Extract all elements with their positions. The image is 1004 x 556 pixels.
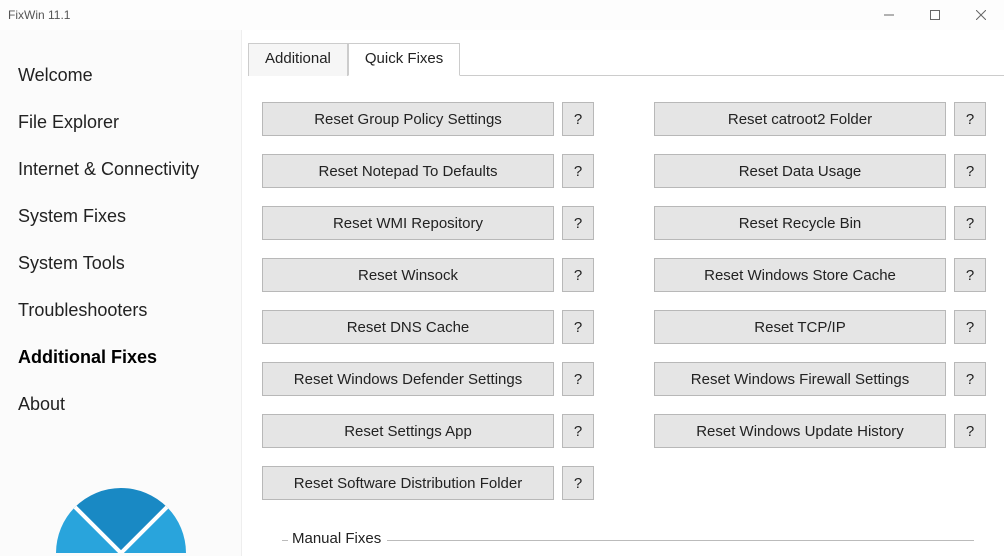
app-logo (0, 488, 241, 553)
sidebar-item-welcome[interactable]: Welcome (0, 52, 241, 99)
fix-button-reset-data-usage[interactable]: Reset Data Usage (654, 154, 946, 188)
fix-button-reset-recycle-bin[interactable]: Reset Recycle Bin (654, 206, 946, 240)
window-controls (866, 0, 1004, 30)
fix-button-reset-wmi-repository[interactable]: Reset WMI Repository (262, 206, 554, 240)
sidebar-item-internet-connectivity[interactable]: Internet & Connectivity (0, 146, 241, 193)
close-button[interactable] (958, 0, 1004, 30)
sidebar-item-system-tools[interactable]: System Tools (0, 240, 241, 287)
titlebar: FixWin 11.1 (0, 0, 1004, 30)
help-button-reset-dns-cache[interactable]: ? (562, 310, 594, 344)
manual-fixes-label: Manual Fixes (288, 530, 387, 547)
sidebar-item-troubleshooters[interactable]: Troubleshooters (0, 287, 241, 334)
maximize-button[interactable] (912, 0, 958, 30)
help-button-reset-recycle-bin[interactable]: ? (954, 206, 986, 240)
help-button-reset-notepad-to-defaults[interactable]: ? (562, 154, 594, 188)
sidebar-item-system-fixes[interactable]: System Fixes (0, 193, 241, 240)
help-button-reset-tcp-ip[interactable]: ? (954, 310, 986, 344)
help-button-reset-data-usage[interactable]: ? (954, 154, 986, 188)
help-button-reset-wmi-repository[interactable]: ? (562, 206, 594, 240)
help-button-reset-windows-defender-settings[interactable]: ? (562, 362, 594, 396)
help-button-reset-winsock[interactable]: ? (562, 258, 594, 292)
minimize-button[interactable] (866, 0, 912, 30)
tab-additional[interactable]: Additional (248, 43, 348, 76)
sidebar-item-additional-fixes[interactable]: Additional Fixes (0, 334, 241, 381)
tab-panel-quick-fixes: Reset Group Policy Settings?Reset catroo… (242, 76, 1004, 547)
fix-button-reset-windows-firewall-settings[interactable]: Reset Windows Firewall Settings (654, 362, 946, 396)
fix-button-reset-windows-defender-settings[interactable]: Reset Windows Defender Settings (262, 362, 554, 396)
fix-button-reset-windows-store-cache[interactable]: Reset Windows Store Cache (654, 258, 946, 292)
help-button-reset-settings-app[interactable]: ? (562, 414, 594, 448)
window-title: FixWin 11.1 (8, 8, 70, 22)
help-button-reset-software-distribution-folder[interactable]: ? (562, 466, 594, 500)
fix-button-reset-windows-update-history[interactable]: Reset Windows Update History (654, 414, 946, 448)
sidebar-item-about[interactable]: About (0, 381, 241, 428)
content-area: AdditionalQuick Fixes Reset Group Policy… (242, 30, 1004, 556)
tab-quick-fixes[interactable]: Quick Fixes (348, 43, 460, 76)
help-button-reset-catroot2-folder[interactable]: ? (954, 102, 986, 136)
sidebar-item-file-explorer[interactable]: File Explorer (0, 99, 241, 146)
tab-bar: AdditionalQuick Fixes (248, 42, 1004, 76)
help-button-reset-windows-store-cache[interactable]: ? (954, 258, 986, 292)
fix-button-reset-catroot2-folder[interactable]: Reset catroot2 Folder (654, 102, 946, 136)
fix-button-reset-winsock[interactable]: Reset Winsock (262, 258, 554, 292)
fix-button-reset-group-policy-settings[interactable]: Reset Group Policy Settings (262, 102, 554, 136)
fix-button-reset-software-distribution-folder[interactable]: Reset Software Distribution Folder (262, 466, 554, 500)
help-button-reset-group-policy-settings[interactable]: ? (562, 102, 594, 136)
fix-button-reset-settings-app[interactable]: Reset Settings App (262, 414, 554, 448)
fix-button-reset-tcp-ip[interactable]: Reset TCP/IP (654, 310, 946, 344)
help-button-reset-windows-update-history[interactable]: ? (954, 414, 986, 448)
help-button-reset-windows-firewall-settings[interactable]: ? (954, 362, 986, 396)
sidebar: WelcomeFile ExplorerInternet & Connectiv… (0, 30, 242, 556)
fix-button-reset-notepad-to-defaults[interactable]: Reset Notepad To Defaults (262, 154, 554, 188)
fix-button-reset-dns-cache[interactable]: Reset DNS Cache (262, 310, 554, 344)
manual-fixes-section: Manual Fixes (282, 530, 986, 547)
